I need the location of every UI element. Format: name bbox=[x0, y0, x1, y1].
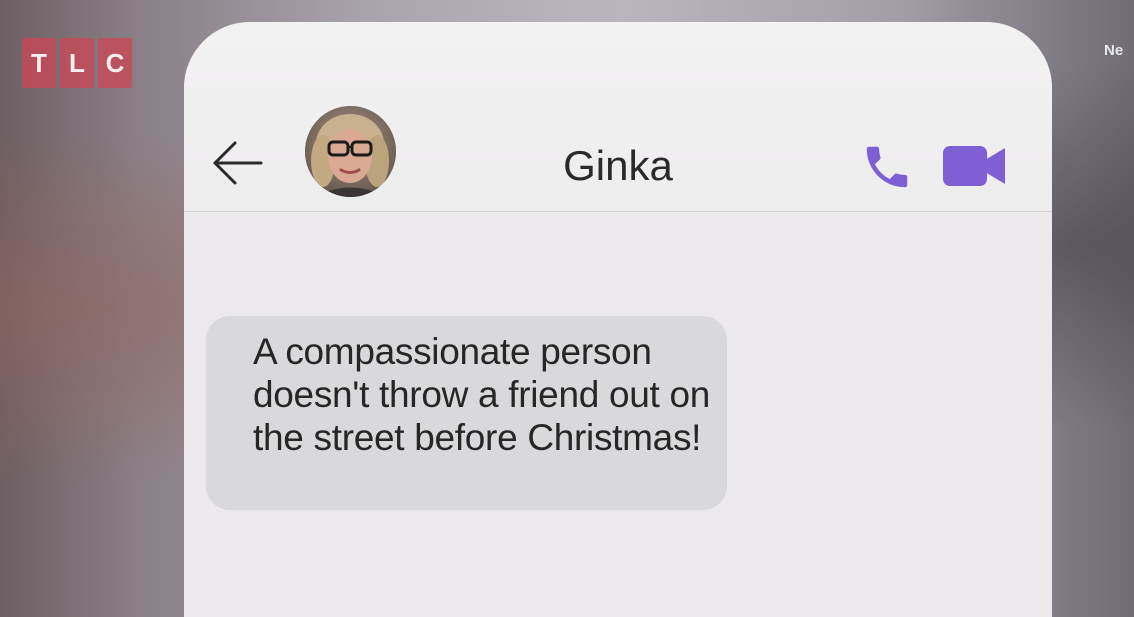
phone-screen: Ginka A compassionate person doesn't thr… bbox=[184, 22, 1052, 617]
video-camera-icon[interactable] bbox=[943, 144, 1007, 188]
channel-logo-letter: L bbox=[60, 38, 94, 88]
message-text: A compassionate person doesn't throw a f… bbox=[253, 331, 711, 458]
contact-name: Ginka bbox=[563, 142, 673, 189]
incoming-message-bubble[interactable]: A compassionate person doesn't throw a f… bbox=[206, 316, 727, 510]
chat-header: Ginka bbox=[184, 22, 1052, 212]
phone-icon[interactable] bbox=[860, 140, 914, 194]
corner-overlay-text: Ne bbox=[1104, 42, 1124, 59]
channel-logo-letter: T bbox=[22, 38, 56, 88]
channel-logo-letter: C bbox=[98, 38, 132, 88]
channel-logo: T L C bbox=[22, 38, 132, 88]
